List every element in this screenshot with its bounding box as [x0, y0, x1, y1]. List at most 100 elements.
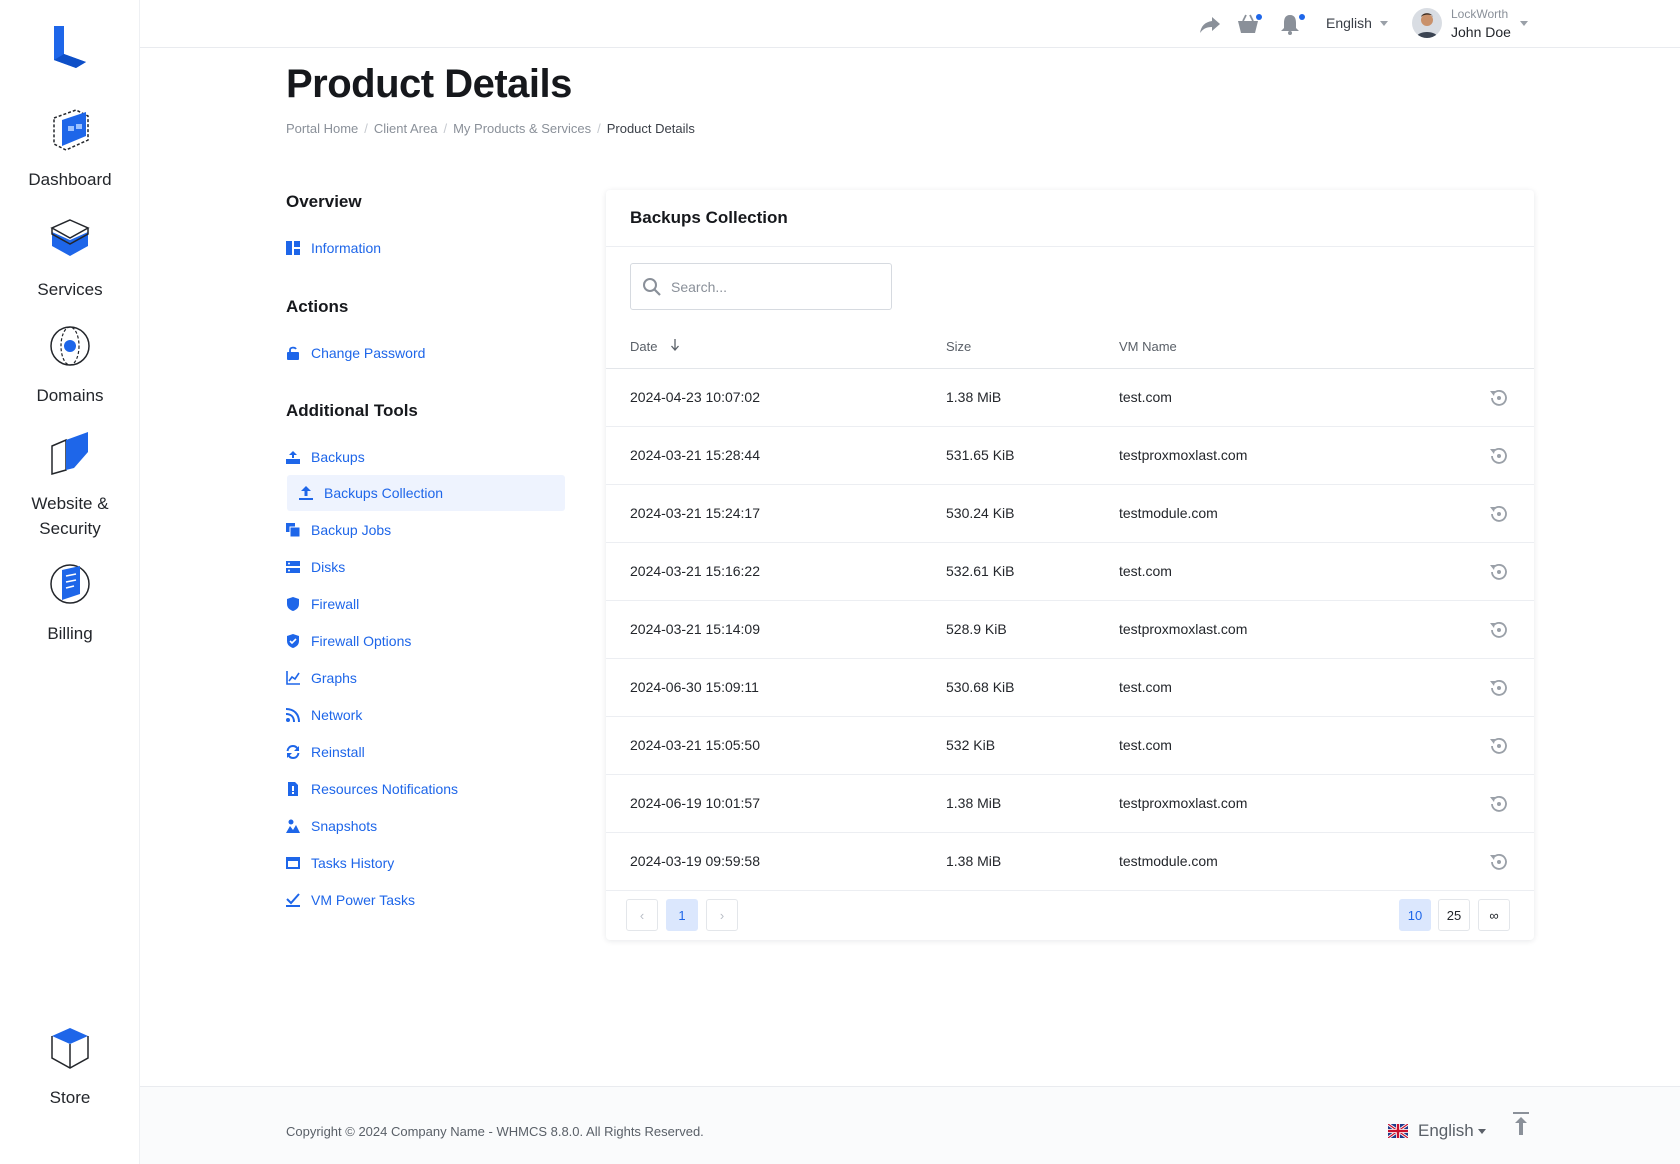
page-size-10[interactable]: 10 [1399, 899, 1431, 931]
table-row: 2024-03-21 15:05:50 532 KiB test.com [606, 717, 1534, 775]
cell-vm-name: test.com [1119, 389, 1172, 405]
pagination-next-button[interactable]: › [706, 899, 738, 931]
restore-icon[interactable] [1488, 387, 1510, 409]
sidebar-item-label: Backups [311, 449, 365, 465]
cell-date: 2024-03-19 09:59:58 [630, 853, 760, 869]
cell-size: 528.9 KiB [946, 621, 1007, 637]
share-icon[interactable] [1198, 13, 1222, 35]
basket-badge-dot [1256, 14, 1262, 20]
search-icon [643, 278, 661, 296]
sidebar-item-resources-notifications[interactable]: Resources Notifications [286, 774, 458, 804]
restore-icon[interactable] [1488, 677, 1510, 699]
cell-date: 2024-03-21 15:28:44 [630, 447, 760, 463]
backup-icon [286, 451, 300, 464]
shield-icon [287, 597, 299, 611]
sidebar-item-reinstall[interactable]: Reinstall [286, 737, 365, 767]
cell-vm-name: testproxmoxlast.com [1119, 795, 1248, 811]
sidebar-item-vm-power-tasks[interactable]: VM Power Tasks [286, 885, 415, 915]
restore-icon[interactable] [1488, 793, 1510, 815]
sidebar-item-snapshots[interactable]: Snapshots [286, 811, 377, 841]
sidebar-item-information[interactable]: Information [286, 233, 381, 263]
cell-date: 2024-03-21 15:05:50 [630, 737, 760, 753]
backups-collection-card: Backups Collection Search... Date Size V… [606, 190, 1534, 940]
pagination-prev-button[interactable]: ‹ [626, 899, 658, 931]
rail-item-services[interactable]: Services [0, 216, 140, 302]
page-size-all[interactable]: ∞ [1478, 899, 1510, 931]
sidebar-item-label: Information [311, 240, 382, 256]
restore-icon[interactable] [1488, 851, 1510, 873]
search-input[interactable]: Search... [630, 263, 892, 310]
copyright-text: Copyright © 2024 Company Name - WHMCS 8.… [286, 1124, 704, 1139]
restore-icon[interactable] [1488, 619, 1510, 641]
column-header-size[interactable]: Size [946, 339, 971, 354]
page-size-25[interactable]: 25 [1438, 899, 1470, 931]
top-bar: English LockWorth John Doe [140, 0, 1680, 48]
sidebar-item-backups[interactable]: Backups [286, 442, 365, 472]
breadcrumb-link-my-products[interactable]: My Products & Services [453, 121, 591, 136]
rail-label: Domains [36, 386, 104, 405]
table-row: 2024-03-19 09:59:58 1.38 MiB testmodule.co… [606, 833, 1534, 891]
table-row: 2024-03-21 15:28:44 531.65 KiB testproxmox… [606, 427, 1534, 485]
rail-item-domains[interactable]: Domains [0, 322, 140, 408]
cell-date: 2024-03-21 15:24:17 [630, 505, 760, 521]
restore-icon[interactable] [1488, 503, 1510, 525]
card-header: Backups Collection [606, 190, 1534, 247]
chevron-down-icon [1477, 1128, 1486, 1134]
footer-language-selector[interactable]: English [1388, 1121, 1486, 1141]
sidebar-item-label: Reinstall [311, 744, 365, 760]
breadcrumb-current: Product Details [606, 121, 695, 136]
company-name: LockWorth [1451, 7, 1509, 21]
restore-icon[interactable] [1488, 735, 1510, 757]
cell-date: 2024-03-21 15:16:22 [630, 563, 760, 579]
sidebar-item-graphs[interactable]: Graphs [286, 663, 357, 693]
unlock-icon [287, 346, 299, 360]
sidebar-item-tasks-history[interactable]: Tasks History [286, 848, 394, 878]
cell-vm-name: testproxmoxlast.com [1119, 447, 1248, 463]
column-header-date[interactable]: Date [630, 339, 680, 354]
upload-icon [299, 486, 313, 500]
sync-icon [286, 745, 300, 759]
sidebar-item-disks[interactable]: Disks [286, 552, 345, 582]
rail-item-website-security[interactable]: Website & Security [0, 430, 140, 541]
breadcrumb-link-portal-home[interactable]: Portal Home [286, 121, 358, 136]
column-header-vm-name[interactable]: VM Name [1119, 339, 1177, 354]
cell-vm-name: test.com [1119, 563, 1172, 579]
avatar-image [1412, 8, 1442, 38]
pagination-page-1[interactable]: 1 [666, 899, 698, 931]
brand-logo[interactable] [50, 24, 90, 68]
chevron-down-icon[interactable] [1520, 21, 1528, 26]
cell-size: 532 KiB [946, 737, 996, 753]
cell-vm-name: testproxmoxlast.com [1119, 621, 1248, 637]
user-name[interactable]: John Doe [1451, 24, 1511, 40]
sidebar-item-change-password[interactable]: Change Password [286, 338, 425, 368]
cell-vm-name: test.com [1119, 679, 1172, 695]
breadcrumb-separator: / [364, 121, 368, 136]
cell-size: 1.38 MiB [946, 853, 1002, 869]
rail-item-dashboard[interactable]: Dashboard [0, 106, 140, 192]
sidebar-item-label: VM Power Tasks [311, 892, 415, 908]
sidebar-item-label: Firewall [311, 596, 360, 612]
sidebar-item-label: Disks [311, 559, 346, 575]
avatar[interactable] [1412, 8, 1442, 38]
chevron-down-icon[interactable] [1380, 21, 1388, 26]
store-icon [51, 1028, 89, 1069]
restore-icon[interactable] [1488, 561, 1510, 583]
rail-item-billing[interactable]: Billing [0, 560, 140, 646]
sidebar-item-firewall[interactable]: Firewall [286, 589, 359, 619]
breadcrumb-separator: / [597, 121, 601, 136]
services-icon [50, 219, 90, 256]
rail-item-store[interactable]: Store [0, 1024, 140, 1110]
sidebar-item-label: Backups Collection [324, 485, 444, 501]
sidebar-item-network[interactable]: Network [286, 700, 362, 730]
sidebar-item-firewall-options[interactable]: Firewall Options [286, 626, 411, 656]
restore-icon[interactable] [1488, 445, 1510, 467]
card-title: Backups Collection [630, 208, 788, 227]
sidebar-item-label: Tasks History [311, 855, 395, 871]
language-selector[interactable]: English [1326, 15, 1372, 31]
sidebar-item-backup-jobs[interactable]: Backup Jobs [286, 515, 391, 545]
actions-heading: Actions [286, 297, 349, 316]
breadcrumb-link-client-area[interactable]: Client Area [374, 121, 438, 136]
back-to-top-icon[interactable] [1510, 1111, 1532, 1137]
shield-check-icon [287, 634, 299, 648]
sidebar-item-backups-collection[interactable]: Backups Collection [287, 475, 565, 511]
